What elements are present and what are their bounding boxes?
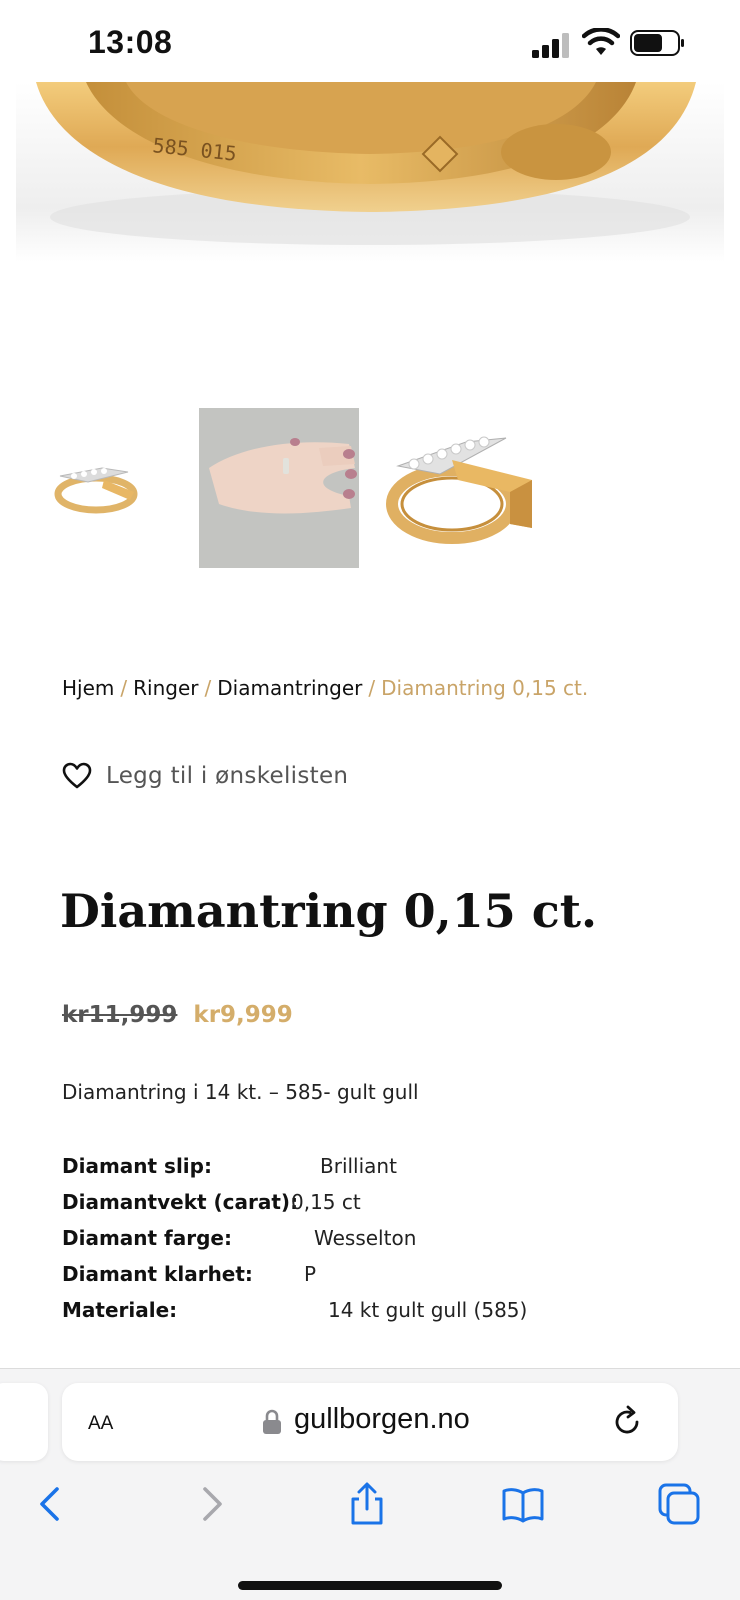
previous-tab-preview[interactable] [0, 1383, 48, 1461]
breadcrumb-rings-link[interactable]: Ringer [133, 676, 198, 700]
breadcrumb-separator: / [368, 676, 376, 700]
share-icon[interactable] [344, 1481, 390, 1527]
spec-row-material: Materiale: 14 kt gult gull (585) [62, 1298, 527, 1334]
spec-key: Diamantvekt (carat): [62, 1190, 299, 1214]
spec-key: Diamant farge: [62, 1226, 232, 1250]
spec-key: Diamant slip: [62, 1154, 212, 1178]
status-time: 13:08 [88, 24, 173, 60]
breadcrumb-diamond-rings-link[interactable]: Diamantringer [217, 676, 362, 700]
forward-chevron-icon[interactable] [188, 1481, 234, 1527]
product-main-image[interactable]: 585 015 [16, 82, 724, 262]
thumbnail-ring-large[interactable] [382, 408, 542, 568]
thumbnail-ring-small[interactable] [18, 408, 178, 568]
spec-row-cut: Diamant slip: Brilliant [62, 1154, 397, 1190]
spec-value: 14 kt gult gull (585) [328, 1298, 528, 1322]
spec-value: 0,15 ct [291, 1190, 361, 1214]
spec-row-color: Diamant farge: Wesselton [62, 1226, 416, 1262]
lock-icon [263, 1409, 281, 1434]
spec-key: Materiale: [62, 1298, 178, 1322]
url-text: gullborgen.no [294, 1403, 470, 1435]
back-chevron-icon[interactable] [28, 1481, 74, 1527]
spec-value: Brilliant [320, 1154, 397, 1178]
browser-toolbar: AA gullborgen.no [0, 1368, 740, 1600]
text-size-label: AA [88, 1413, 114, 1434]
reload-icon[interactable] [610, 1405, 644, 1439]
breadcrumb-home-link[interactable]: Hjem [62, 676, 114, 700]
price-row: kr11,999 kr9,999 [62, 1002, 293, 1028]
product-title: Diamantring 0,15 ct. [60, 884, 597, 938]
address-bar[interactable]: AA gullborgen.no [62, 1383, 678, 1461]
hand-photo-image [199, 408, 359, 568]
home-indicator [238, 1581, 502, 1590]
text-size-button[interactable]: AA [88, 1405, 113, 1436]
status-bar: 13:08 [0, 0, 740, 82]
tabs-icon[interactable] [656, 1481, 702, 1527]
spec-row-clarity: Diamant klarhet: P [62, 1262, 316, 1298]
thumbnail-hand-wearing-ring[interactable] [199, 408, 359, 568]
wifi-icon [582, 28, 620, 55]
product-description: Diamantring i 14 kt. – 585- gult gull [62, 1080, 419, 1104]
spec-row-carat: Diamantvekt (carat): 0,15 ct [62, 1190, 361, 1226]
heart-icon [62, 762, 92, 789]
product-specs: Diamant slip: Brilliant Diamantvekt (car… [62, 1154, 527, 1334]
breadcrumb-separator: / [204, 676, 212, 700]
wishlist-label: Legg til i ønskelisten [106, 763, 349, 789]
spec-key: Diamant klarhet: [62, 1262, 253, 1286]
original-price: kr11,999 [62, 1002, 178, 1028]
add-to-wishlist-button[interactable]: Legg til i ønskelisten [62, 762, 348, 790]
battery-icon [630, 30, 684, 56]
cellular-signal-icon [532, 33, 569, 58]
thumbnail-gallery [0, 408, 740, 568]
spec-value: Wesselton [314, 1226, 417, 1250]
breadcrumb-separator: / [120, 676, 128, 700]
ring-thumbnail-image [18, 408, 178, 568]
breadcrumb: Hjem / Ringer / Diamantringer / Diamantring 0,… [62, 676, 588, 700]
bookmarks-icon[interactable] [500, 1481, 546, 1527]
sale-price: kr9,999 [193, 1002, 293, 1028]
breadcrumb-current-page: Diamantring 0,15 ct. [381, 676, 589, 700]
ring-side-image [382, 408, 542, 568]
gold-ring-closeup-image: 585 015 [16, 82, 724, 262]
spec-value: P [304, 1262, 317, 1286]
